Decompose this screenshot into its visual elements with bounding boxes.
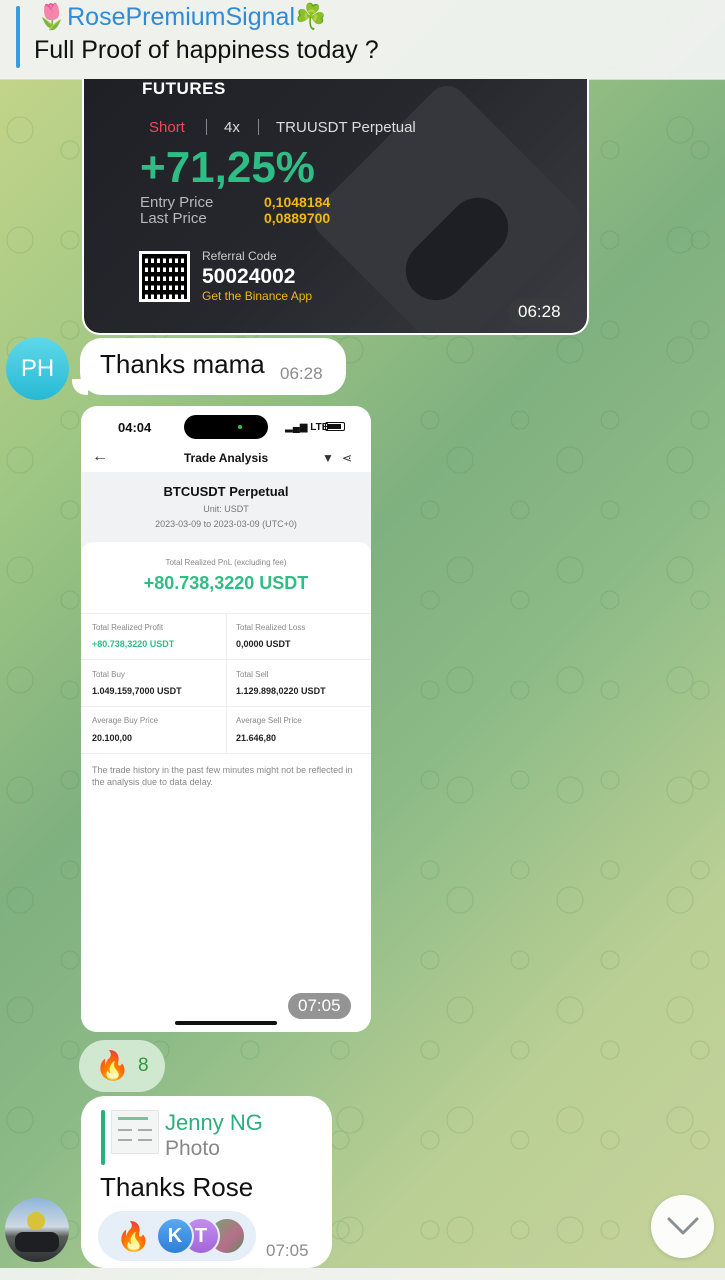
scroll-down-button[interactable] — [651, 1195, 714, 1258]
message-time: 07:05 — [266, 1241, 309, 1260]
last-price-value: 0,0889700 — [264, 210, 331, 226]
avatar[interactable]: PH — [6, 337, 69, 400]
reply-author: Jenny NG — [165, 1110, 263, 1135]
entry-price-value: 0,1048184 — [264, 194, 331, 210]
trade-analysis-image[interactable]: 04:04 ▂▄▆ LTE ← Trade Analysis ▼ ⋖ BTCUS… — [81, 406, 371, 1032]
trading-pair: TRUUSDT Perpetual — [276, 119, 416, 136]
dynamic-island — [184, 415, 268, 439]
fire-icon: 🔥 — [116, 1221, 151, 1252]
message-text: Thanks mama — [100, 349, 265, 379]
futures-label: FUTURES — [142, 79, 226, 98]
referral-label: Referral Code — [202, 249, 277, 263]
pinned-message[interactable]: 🌷RosePremiumSignal☘️ Full Proof of happi… — [0, 0, 725, 80]
divider — [81, 753, 371, 754]
message-time: 06:28 — [280, 364, 323, 383]
share-icon: ⋖ — [342, 451, 353, 465]
stat-label: Total Sell — [236, 670, 269, 679]
position-side: Short — [149, 119, 185, 136]
reactor-avatar: K — [156, 1217, 194, 1255]
stat-value: +80.738,3220 USDT — [92, 639, 175, 649]
pinned-accent-bar — [16, 6, 20, 68]
signal-icon: ▂▄▆ LTE — [285, 422, 329, 433]
stat-label: Total Realized Profit — [92, 623, 164, 632]
avatar-initials: PH — [20, 354, 55, 382]
fire-icon: 🔥 — [95, 1050, 130, 1081]
reaction-chip[interactable]: 🔥 8 — [79, 1040, 165, 1092]
futures-pnl-image[interactable]: FUTURES Short 4x TRUUSDT Perpetual +71,2… — [82, 79, 589, 335]
total-pnl-label: Total Realized PnL (excluding fee) — [165, 558, 287, 567]
stat-label: Total Buy — [92, 670, 125, 679]
status-time: 04:04 — [118, 420, 152, 435]
pinned-title: 🌷RosePremiumSignal☘️ — [36, 3, 327, 31]
avatar[interactable] — [5, 1198, 69, 1262]
unit-label: Unit: USDT — [203, 504, 249, 514]
data-delay-note: The trade history in the past few minute… — [92, 765, 353, 787]
pinned-text: Full Proof of happiness today ? — [34, 36, 379, 64]
last-price-label: Last Price — [140, 210, 207, 227]
reaction-chip[interactable]: 🔥 K T — [98, 1211, 256, 1261]
message-bubble[interactable]: Thanks mama 06:28 — [72, 338, 346, 395]
pair-title: BTCUSDT Perpetual — [163, 484, 289, 499]
rider-shape — [27, 1212, 45, 1230]
leverage: 4x — [224, 119, 240, 136]
stat-value: 20.100,00 — [92, 733, 133, 743]
stat-label: Total Realized Loss — [236, 623, 306, 632]
stat-label: Average Sell Price — [236, 716, 302, 725]
total-pnl-value: +80.738,3220 USDT — [143, 573, 309, 593]
pnl-percent: +71,25% — [140, 143, 315, 192]
reply-type: Photo — [165, 1137, 220, 1160]
reply-thumbnail[interactable] — [111, 1110, 159, 1154]
referral-code: 50024002 — [202, 265, 296, 288]
binance-app-text: Get the Binance App — [202, 289, 313, 303]
message-time: 07:05 — [288, 993, 351, 1019]
date-range: 2023-03-09 to 2023-03-09 (UTC+0) — [155, 519, 297, 529]
chevron-down-icon — [667, 1217, 699, 1235]
filter-icon: ▼ — [322, 451, 334, 465]
stat-value: 21.646,80 — [236, 733, 277, 743]
entry-price-label: Entry Price — [140, 194, 214, 211]
qr-code-icon — [139, 251, 190, 302]
stat-value: 0,0000 USDT — [236, 639, 291, 649]
stat-value: 1.049.159,7000 USDT — [92, 686, 182, 696]
divider — [258, 119, 259, 135]
reply-accent-bar — [101, 1110, 105, 1165]
message-bubble[interactable]: Jenny NG Photo Thanks Rose 🔥 K T 07:05 — [81, 1096, 332, 1268]
input-bar-edge — [0, 1268, 725, 1280]
divider — [226, 613, 227, 753]
battery-icon — [325, 422, 345, 431]
reaction-count: 8 — [138, 1055, 149, 1076]
motorcycle-shape — [15, 1232, 59, 1252]
divider — [206, 119, 207, 135]
message-text: Thanks Rose — [100, 1172, 254, 1202]
home-indicator — [175, 1021, 277, 1025]
message-time: 06:28 — [508, 299, 571, 325]
stat-value: 1.129.898,0220 USDT — [236, 686, 326, 696]
stat-label: Average Buy Price — [92, 716, 159, 725]
